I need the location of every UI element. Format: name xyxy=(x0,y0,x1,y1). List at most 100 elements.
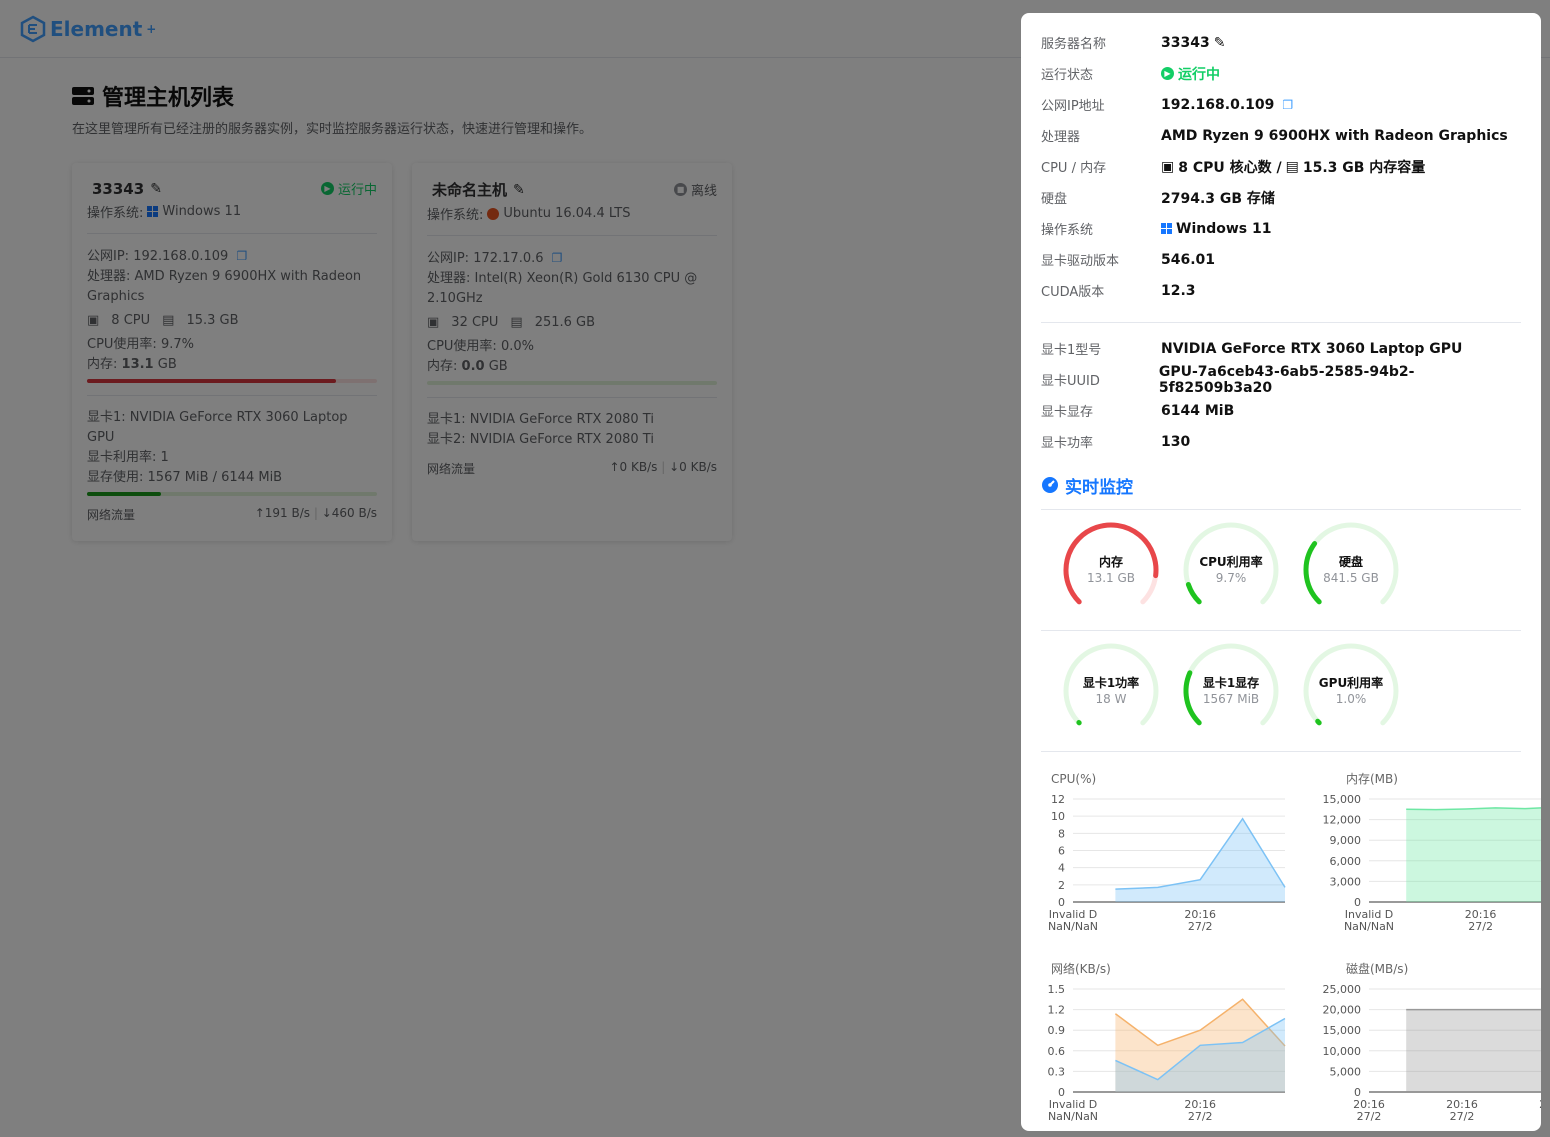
chart-svg: 磁盘(MB/s)05,00010,00015,00020,00025,00020… xyxy=(1323,961,1541,1123)
gpu-detail-row: 显卡显存 6144 MiB xyxy=(1041,395,1521,426)
memory-icon: ▤ xyxy=(1285,158,1299,175)
detail-value: 6144 MiB xyxy=(1161,402,1235,419)
detail-value: 12.3 xyxy=(1161,283,1196,299)
y-tick-label: 10,000 xyxy=(1323,1045,1362,1058)
chart: 磁盘(MB/s) 0 5,000 10,000 15,000 20,000 25,000 20… xyxy=(1311,954,1541,1131)
detail-row: 运行状态 ▶ 运行中 xyxy=(1041,58,1521,89)
play-icon: ▶ xyxy=(1161,67,1174,80)
gauge-value: 9.7% xyxy=(1215,571,1247,585)
detail-value: ▣ 8 CPU 核心数 / ▤ 15.3 GB 内存容量 xyxy=(1161,157,1425,177)
y-tick-label: 12,000 xyxy=(1323,814,1362,827)
gauge: 硬盘 841.5 GB xyxy=(1301,520,1401,620)
gpu-detail-row: 显卡功率 130 xyxy=(1041,426,1521,457)
chart-title: CPU(%) xyxy=(1051,772,1096,786)
gauge-row: 内存 13.1 GB CPU利用率 9.7% 硬盘 841.5 GB xyxy=(1041,510,1521,631)
x-tick-label: 27/2 xyxy=(1468,920,1493,933)
y-tick-label: 15,000 xyxy=(1323,793,1362,806)
y-tick-label: 20,000 xyxy=(1323,1004,1362,1017)
y-tick-label: 0.9 xyxy=(1048,1024,1066,1037)
monitor-section-title: 实时监控 xyxy=(1041,473,1521,498)
gauge: GPU利用率 1.0% xyxy=(1301,641,1401,741)
chart-grid: CPU(%) 0 2 4 6 8 10 12 Invalid D NaN/NaN 20:16 27/2… xyxy=(1041,764,1541,1131)
chart: 网络(KB/s) 0 0.3 0.6 0.9 1.2 1.5 Invalid D NaN/NaN… xyxy=(1041,954,1291,1131)
chart-svg: 内存(MB)03,0006,0009,00012,00015,000Invali… xyxy=(1323,772,1541,933)
chart-title: 内存(MB) xyxy=(1346,772,1398,786)
detail-value-text: 15.3 GB 内存容量 xyxy=(1302,159,1426,176)
detail-key: 运行状态 xyxy=(1041,68,1094,83)
y-tick-label: 0.6 xyxy=(1048,1045,1066,1058)
edit-icon[interactable]: ✎ xyxy=(1214,35,1226,51)
detail-row: 公网IP地址 192.168.0.109 ❐ xyxy=(1041,89,1521,120)
chart: CPU(%) 0 2 4 6 8 10 12 Invalid D NaN/NaN 20:16 27/2 xyxy=(1041,764,1291,954)
y-tick-label: 4 xyxy=(1058,862,1065,875)
y-tick-label: 6 xyxy=(1058,845,1065,858)
x-tick-label: 27/2 xyxy=(1357,1110,1382,1123)
cpu-chip-icon: ▣ xyxy=(1161,158,1175,175)
y-tick-label: 12 xyxy=(1051,793,1065,806)
dashboard-icon xyxy=(1042,477,1058,493)
gauge-fill-arc xyxy=(1185,582,1202,605)
detail-value: 2794.3 GB 存储 xyxy=(1161,188,1275,208)
y-tick-label: 6,000 xyxy=(1330,855,1362,868)
gauge: 显卡1显存 1567 MiB xyxy=(1181,641,1281,741)
monitor-title-text: 实时监控 xyxy=(1065,477,1133,498)
detail-info-list: 服务器名称 33343 ✎ 运行状态 ▶ 运行中公网IP地址 192.168.0.109 ❐ 处… xyxy=(1041,27,1521,306)
gpu-detail-row: 显卡UUID GPU-7a6ceb43-6ab5-2585-94b2-5f8250… xyxy=(1041,363,1521,396)
gauge-value: 18 W xyxy=(1095,692,1127,706)
detail-value: NVIDIA GeForce RTX 3060 Laptop GPU xyxy=(1161,340,1463,357)
detail-value-text: 12.3 xyxy=(1161,282,1196,299)
detail-value: 33343 ✎ xyxy=(1161,35,1225,51)
chart-svg: 网络(KB/s)00.30.60.91.21.5Invalid DNaN/NaN… xyxy=(1048,961,1286,1123)
x-tick-label: NaN/NaN xyxy=(1344,920,1394,933)
gauge: 显卡1功率 18 W xyxy=(1061,641,1161,741)
divider xyxy=(1041,322,1521,323)
gauge-value: 1567 MiB xyxy=(1202,692,1260,706)
y-tick-label: 15,000 xyxy=(1323,1024,1362,1037)
detail-value: GPU-7a6ceb43-6ab5-2585-94b2-5f82509b3a20 xyxy=(1158,363,1415,396)
detail-value: 192.168.0.109 ❐ xyxy=(1161,97,1293,113)
detail-key: 公网IP地址 xyxy=(1041,99,1105,114)
copy-icon[interactable]: ❐ xyxy=(1282,98,1293,112)
y-tick-label: 3,000 xyxy=(1330,875,1362,888)
detail-value: 130 xyxy=(1161,433,1191,450)
x-tick-label: NaN/NaN xyxy=(1048,920,1098,933)
detail-value: AMD Ryzen 9 6900HX with Radeon Graphics xyxy=(1161,128,1508,144)
detail-key: CPU / 内存 xyxy=(1041,161,1107,176)
detail-key: 硬盘 xyxy=(1041,192,1068,207)
chart-title: 磁盘(MB/s) xyxy=(1346,961,1408,976)
chart: 内存(MB) 0 3,000 6,000 9,000 12,000 15,000 Invali… xyxy=(1311,764,1541,954)
chart-svg: CPU(%)024681012Invalid DNaN/NaN20:1627/2 xyxy=(1048,772,1286,933)
y-tick-label: 1.5 xyxy=(1048,983,1066,996)
x-tick-label: 27/2 xyxy=(1188,920,1213,933)
x-tick-label: 27/2 xyxy=(1188,1110,1213,1123)
host-detail-drawer: 服务器名称 33343 ✎ 运行状态 ▶ 运行中公网IP地址 192.168.0.109 ❐ 处… xyxy=(1021,13,1541,1131)
detail-key: 服务器名称 xyxy=(1041,37,1107,52)
detail-row: 处理器 AMD Ryzen 9 6900HX with Radeon Graphi… xyxy=(1041,120,1521,151)
gauge-value: 841.5 GB xyxy=(1323,571,1379,585)
detail-key: 显卡驱动版本 xyxy=(1041,254,1120,269)
detail-row: 操作系统 Windows 11 xyxy=(1041,213,1521,244)
detail-key: 处理器 xyxy=(1041,130,1081,145)
gauge: 内存 13.1 GB xyxy=(1061,520,1161,620)
y-tick-label: 0.3 xyxy=(1048,1065,1066,1078)
x-tick-label: NaN/NaN xyxy=(1048,1110,1098,1123)
gauge-label: 显卡1功率 xyxy=(1082,676,1140,690)
y-tick-label: 8 xyxy=(1058,827,1065,840)
chart-title: 网络(KB/s) xyxy=(1051,961,1111,976)
y-tick-label: 1.2 xyxy=(1048,1004,1066,1017)
x-tick-label: 20:16 xyxy=(1539,1098,1541,1111)
windows-icon xyxy=(1161,223,1172,234)
detail-key: 显卡功率 xyxy=(1041,436,1094,451)
detail-key: CUDA版本 xyxy=(1041,285,1105,300)
gauge-value: 13.1 GB xyxy=(1086,571,1136,585)
series-area xyxy=(1406,1009,1541,1092)
detail-value-text: 运行中 xyxy=(1178,66,1220,83)
detail-row: 服务器名称 33343 ✎ xyxy=(1041,27,1521,58)
gauge-label: CPU利用率 xyxy=(1199,555,1263,569)
detail-key: 显卡显存 xyxy=(1041,405,1094,420)
gauge-value: 1.0% xyxy=(1335,692,1367,706)
gauge-label: GPU利用率 xyxy=(1318,676,1384,690)
gauge-label: 硬盘 xyxy=(1338,555,1363,569)
detail-value-text: 8 CPU 核心数 / xyxy=(1178,159,1282,176)
series-area xyxy=(1406,807,1541,902)
